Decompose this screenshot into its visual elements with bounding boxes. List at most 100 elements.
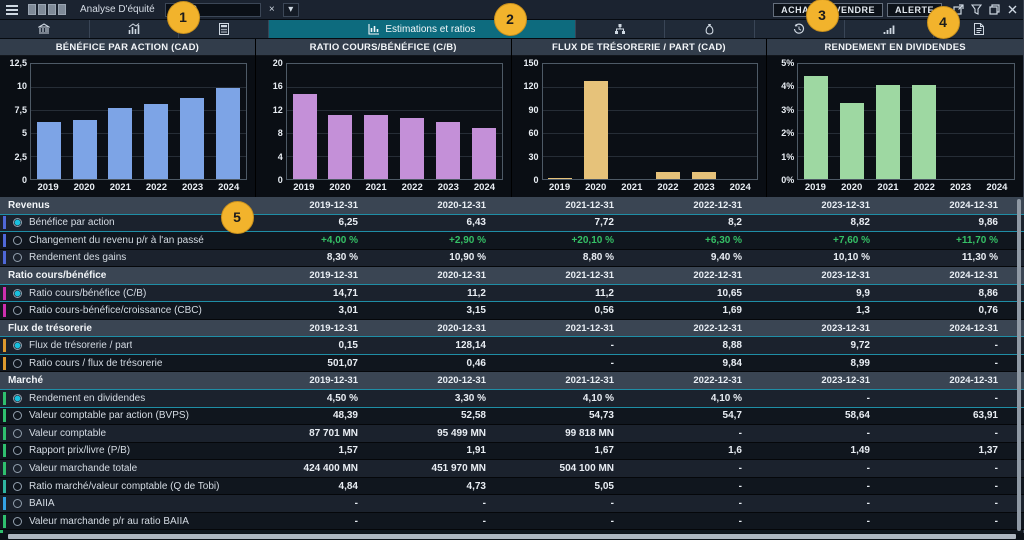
page-title: Analyse D'équité	[74, 4, 161, 15]
row-radio[interactable]	[13, 218, 22, 227]
table-row[interactable]: Ratio cours-bénéfice/croissance (CBC)3,0…	[0, 302, 1024, 320]
tab-statistics[interactable]	[90, 20, 180, 38]
table-row[interactable]: Rapport prix/livre (P/B)1,571,911,671,61…	[0, 443, 1024, 461]
annotation-circle-3: 3	[806, 0, 839, 32]
x-tick-label: 2019	[30, 180, 66, 195]
table-row[interactable]: Ratio cours/bénéfice (C/B)14,7111,211,21…	[0, 285, 1024, 303]
gridline	[287, 156, 502, 157]
table-row[interactable]: Flux de trésorerie / part0,15128,14-8,88…	[0, 337, 1024, 355]
tab-estimations-et-ratios[interactable]: Estimations et ratios	[269, 20, 576, 38]
row-label: Valeur marchande totale	[29, 463, 137, 474]
row-value: 10,65	[620, 288, 748, 299]
column-date: 2023-12-31	[748, 200, 876, 211]
row-radio[interactable]	[13, 411, 22, 420]
row-value: 9,9	[748, 288, 876, 299]
estimations-chart-icon	[368, 23, 380, 35]
row-radio[interactable]	[13, 464, 22, 473]
gridline	[543, 87, 758, 88]
row-value: +11,70 %	[876, 235, 1004, 246]
row-radio[interactable]	[13, 236, 22, 245]
menu-icon[interactable]	[4, 3, 20, 17]
bar-2019	[548, 178, 572, 180]
tab-sitemap[interactable]	[576, 20, 666, 38]
gridline	[31, 133, 246, 134]
history-icon	[793, 23, 805, 35]
restore-window-icon[interactable]	[988, 3, 1001, 17]
table-row[interactable]: Valeur comptable87 701 MN95 499 MN99 818…	[0, 425, 1024, 443]
bar-2020	[840, 103, 864, 179]
row-value: 63,91	[876, 410, 1004, 421]
column-date: 2019-12-31	[236, 270, 364, 281]
column-date: 2021-12-31	[492, 375, 620, 386]
row-radio[interactable]	[13, 306, 22, 315]
x-tick-label: 2022	[394, 180, 430, 195]
table-row[interactable]: Valeur marchande p/r au ratio BAIIA-----…	[0, 513, 1024, 531]
row-value: 128,14	[364, 340, 492, 351]
row-label: Valeur comptable	[29, 428, 106, 439]
table-row[interactable]: Ratio marché/valeur comptable (Q de Tobi…	[0, 478, 1024, 496]
y-tick-label: 0	[22, 175, 27, 185]
row-radio[interactable]	[13, 482, 22, 491]
row-radio[interactable]	[13, 289, 22, 298]
table-row[interactable]: Rendement en dividendes4,50 %3,30 %4,10 …	[0, 390, 1024, 408]
row-value: 99 818 MN	[492, 428, 620, 439]
table-row[interactable]: BAIIA------	[0, 495, 1024, 513]
row-radio[interactable]	[13, 394, 22, 403]
gridline	[798, 156, 1014, 157]
row-radio[interactable]	[13, 429, 22, 438]
row-value: 8,99	[748, 358, 876, 369]
row-radio[interactable]	[13, 499, 22, 508]
tab-holdings[interactable]	[665, 20, 755, 38]
table-row[interactable]: Changement du revenu p/r à l'an passé+4,…	[0, 232, 1024, 250]
section-title: Marché	[0, 375, 236, 386]
filter-icon[interactable]	[970, 3, 983, 17]
horizontal-scrollbar[interactable]	[0, 533, 1024, 540]
column-date: 2024-12-31	[876, 200, 1004, 211]
y-tick-label: 2,5	[14, 152, 27, 162]
row-label: Valeur marchande p/r au ratio BAIIA	[29, 516, 189, 527]
row-value: 11,30 %	[876, 252, 1004, 263]
row-value: +2,90 %	[364, 235, 492, 246]
annotation-circle-1: 1	[167, 1, 200, 34]
chart-panel: BÉNÉFICE PAR ACTION (CAD)12,5107,552,502…	[0, 39, 256, 197]
row-accent	[3, 497, 6, 510]
tab-technicals[interactable]	[845, 20, 935, 38]
row-radio[interactable]	[13, 341, 22, 350]
clear-search-icon[interactable]: ×	[265, 3, 279, 17]
search-dropdown-icon[interactable]: ▾	[283, 3, 299, 17]
table-row[interactable]: Bénéfice par action6,256,437,728,28,829,…	[0, 215, 1024, 233]
row-radio[interactable]	[13, 446, 22, 455]
x-tick-label: 2022	[650, 180, 686, 195]
table-row[interactable]: Valeur comptable par action (BVPS)48,395…	[0, 408, 1024, 426]
row-value: 451 970 MN	[364, 463, 492, 474]
row-radio[interactable]	[13, 517, 22, 526]
tab-bank[interactable]	[0, 20, 90, 38]
row-radio[interactable]	[13, 253, 22, 262]
row-value: 8,2	[620, 217, 748, 228]
row-value: +7,60 %	[748, 235, 876, 246]
table-row[interactable]: Valeur marchande totale424 400 MN451 970…	[0, 460, 1024, 478]
table-row[interactable]: Ratio cours / flux de trésorerie501,070,…	[0, 355, 1024, 373]
workspace-tiles[interactable]	[28, 4, 66, 15]
column-date: 2020-12-31	[364, 270, 492, 281]
row-label: Bénéfice par action	[29, 217, 115, 228]
close-icon[interactable]	[1006, 3, 1019, 17]
chart-panel: RATIO COURS/BÉNÉFICE (C/B)20161284020192…	[256, 39, 512, 197]
y-tick-label: 4%	[781, 81, 794, 91]
vertical-scrollbar[interactable]	[1017, 199, 1021, 531]
annotation-circle-4: 4	[927, 6, 960, 39]
row-radio[interactable]	[13, 359, 22, 368]
row-value: 0,46	[364, 358, 492, 369]
y-tick-label: 5	[22, 128, 27, 138]
table-row[interactable]: Rendement des gains8,30 %10,90 %8,80 %9,…	[0, 250, 1024, 268]
row-label: Rapport prix/livre (P/B)	[29, 445, 130, 456]
y-tick-label: 12,5	[9, 58, 27, 68]
x-tick-label: 2023	[686, 180, 722, 195]
bar-2021	[876, 85, 900, 179]
bar-2022	[144, 104, 168, 179]
x-tick-label: 2023	[175, 180, 211, 195]
gridline	[31, 156, 246, 157]
row-value: 9,40 %	[620, 252, 748, 263]
x-tick-label: 2024	[722, 180, 758, 195]
y-tick-label: 12	[273, 105, 283, 115]
